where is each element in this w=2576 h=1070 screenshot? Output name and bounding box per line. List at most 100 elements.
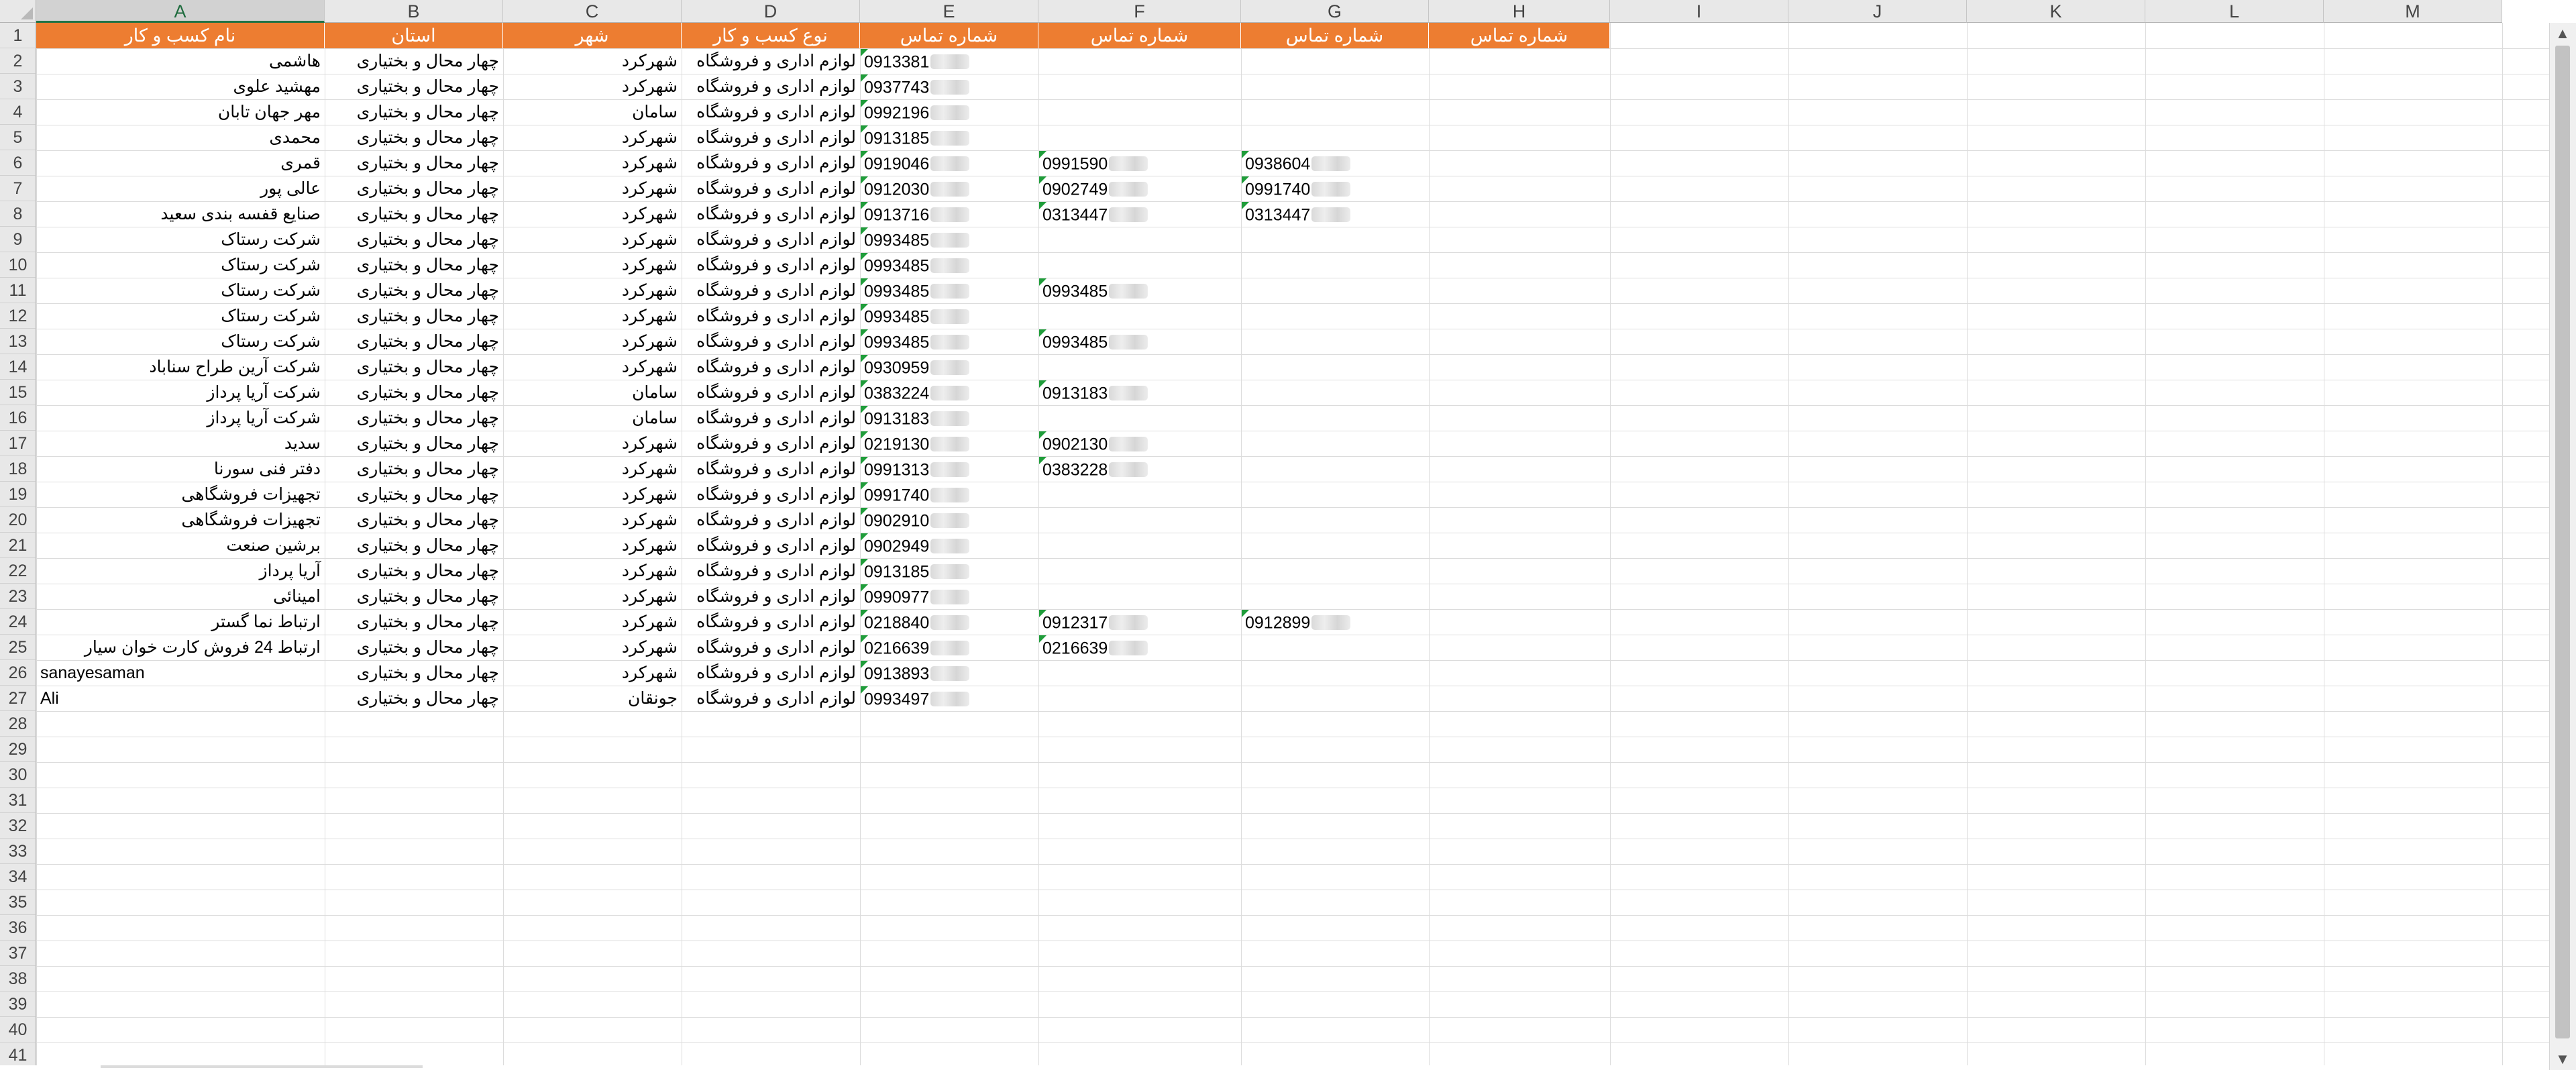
cell-phone-number[interactable]: 0990977 xyxy=(860,584,1038,609)
header-cell-d[interactable]: نوع کسب و کار xyxy=(682,23,860,48)
cell-phone-number[interactable]: 0937743 xyxy=(860,74,1038,99)
cell-business-name[interactable]: شرکت آریا پرداز xyxy=(36,405,325,431)
cell-business-type[interactable]: لوازم اداری و فروشگاه xyxy=(682,125,860,150)
cell-province[interactable]: چهار محال و بختیاری xyxy=(325,303,503,329)
row-header-22[interactable]: 22 xyxy=(0,558,36,584)
row-header-12[interactable]: 12 xyxy=(0,303,36,329)
row-header-21[interactable]: 21 xyxy=(0,533,36,558)
cell-phone-number[interactable]: 0993497 xyxy=(860,686,1038,711)
cell-business-type[interactable]: لوازم اداری و فروشگاه xyxy=(682,533,860,558)
column-header-l[interactable]: L xyxy=(2145,0,2324,23)
cell-phone-number[interactable]: 0902130 xyxy=(1038,431,1241,456)
cell-phone-number[interactable]: 0993485 xyxy=(1038,329,1241,354)
cell-city[interactable]: شهرکرد xyxy=(503,125,682,150)
cell-business-type[interactable]: لوازم اداری و فروشگاه xyxy=(682,201,860,227)
scroll-down-arrow-icon[interactable]: ▼ xyxy=(2550,1049,2575,1070)
number-stored-as-text-indicator[interactable] xyxy=(861,278,868,286)
header-cell-b[interactable]: استان xyxy=(325,23,503,48)
cell-province[interactable]: چهار محال و بختیاری xyxy=(325,558,503,584)
cell-city[interactable]: جونقان xyxy=(503,686,682,711)
cell-business-type[interactable]: لوازم اداری و فروشگاه xyxy=(682,48,860,74)
cell-business-type[interactable]: لوازم اداری و فروشگاه xyxy=(682,74,860,99)
number-stored-as-text-indicator[interactable] xyxy=(861,533,868,541)
cell-business-name[interactable]: شرکت رستاک xyxy=(36,252,325,278)
number-stored-as-text-indicator[interactable] xyxy=(1039,329,1046,337)
cell-province[interactable]: چهار محال و بختیاری xyxy=(325,380,503,405)
number-stored-as-text-indicator[interactable] xyxy=(1242,610,1249,617)
cell-business-type[interactable]: لوازم اداری و فروشگاه xyxy=(682,329,860,354)
cell-phone-number[interactable]: 0938604 xyxy=(1241,150,1429,176)
cell-province[interactable]: چهار محال و بختیاری xyxy=(325,48,503,74)
number-stored-as-text-indicator[interactable] xyxy=(861,176,868,184)
column-header-b[interactable]: B xyxy=(325,0,503,23)
cell-business-type[interactable]: لوازم اداری و فروشگاه xyxy=(682,227,860,252)
cell-business-name[interactable]: Ali xyxy=(36,686,325,711)
scroll-up-arrow-icon[interactable]: ▲ xyxy=(2550,23,2575,44)
cell-province[interactable]: چهار محال و بختیاری xyxy=(325,609,503,635)
row-header-13[interactable]: 13 xyxy=(0,329,36,354)
cell-phone-number[interactable]: 0902910 xyxy=(860,507,1038,533)
number-stored-as-text-indicator[interactable] xyxy=(1039,176,1046,184)
row-header-1[interactable]: 1 xyxy=(0,23,36,48)
row-header-20[interactable]: 20 xyxy=(0,507,36,533)
cell-business-name[interactable]: sanayesaman xyxy=(36,660,325,686)
column-header-m[interactable]: M xyxy=(2324,0,2502,23)
cell-phone-number[interactable]: 0993485 xyxy=(860,252,1038,278)
cell-phone-number[interactable]: 0991590 xyxy=(1038,150,1241,176)
cell-business-name[interactable]: ارتباط 24 فروش کارت خوان سیار xyxy=(36,635,325,660)
number-stored-as-text-indicator[interactable] xyxy=(861,406,868,413)
cell-business-type[interactable]: لوازم اداری و فروشگاه xyxy=(682,609,860,635)
cell-phone-number[interactable]: 0993485 xyxy=(860,303,1038,329)
number-stored-as-text-indicator[interactable] xyxy=(861,151,868,158)
cell-city[interactable]: شهرکرد xyxy=(503,635,682,660)
number-stored-as-text-indicator[interactable] xyxy=(1242,151,1249,158)
cell-province[interactable]: چهار محال و بختیاری xyxy=(325,482,503,507)
column-header-k[interactable]: K xyxy=(1967,0,2145,23)
cell-business-name[interactable]: مهشید علوی xyxy=(36,74,325,99)
cell-province[interactable]: چهار محال و بختیاری xyxy=(325,533,503,558)
number-stored-as-text-indicator[interactable] xyxy=(861,508,868,515)
cell-business-name[interactable]: مهر جهان تابان xyxy=(36,99,325,125)
row-header-40[interactable]: 40 xyxy=(0,1017,36,1042)
number-stored-as-text-indicator[interactable] xyxy=(861,304,868,311)
cell-business-name[interactable]: شرکت رستاک xyxy=(36,278,325,303)
row-header-19[interactable]: 19 xyxy=(0,482,36,507)
cell-phone-number[interactable]: 0919046 xyxy=(860,150,1038,176)
cell-business-name[interactable]: محمدی xyxy=(36,125,325,150)
cell-city[interactable]: شهرکرد xyxy=(503,507,682,533)
number-stored-as-text-indicator[interactable] xyxy=(1039,202,1046,209)
cell-business-type[interactable]: لوازم اداری و فروشگاه xyxy=(682,405,860,431)
cell-city[interactable]: شهرکرد xyxy=(503,456,682,482)
cell-city[interactable]: شهرکرد xyxy=(503,533,682,558)
cell-province[interactable]: چهار محال و بختیاری xyxy=(325,456,503,482)
number-stored-as-text-indicator[interactable] xyxy=(861,380,868,388)
cell-phone-number[interactable]: 0913183 xyxy=(1038,380,1241,405)
cell-business-name[interactable]: صنایع قفسه بندی سعید xyxy=(36,201,325,227)
number-stored-as-text-indicator[interactable] xyxy=(1039,610,1046,617)
number-stored-as-text-indicator[interactable] xyxy=(861,457,868,464)
cell-business-name[interactable]: شرکت رستاک xyxy=(36,329,325,354)
cell-city[interactable]: شهرکرد xyxy=(503,609,682,635)
row-header-3[interactable]: 3 xyxy=(0,74,36,99)
cell-phone-number[interactable]: 0993485 xyxy=(860,329,1038,354)
header-cell-c[interactable]: شهر xyxy=(503,23,682,48)
scrollbar-thumb[interactable] xyxy=(2555,46,2570,1038)
cell-city[interactable]: شهرکرد xyxy=(503,558,682,584)
cell-business-name[interactable]: سدید xyxy=(36,431,325,456)
number-stored-as-text-indicator[interactable] xyxy=(861,227,868,235)
number-stored-as-text-indicator[interactable] xyxy=(1039,151,1046,158)
cell-phone-number[interactable]: 0913893 xyxy=(860,660,1038,686)
row-header-29[interactable]: 29 xyxy=(0,737,36,762)
row-header-39[interactable]: 39 xyxy=(0,992,36,1017)
number-stored-as-text-indicator[interactable] xyxy=(861,431,868,439)
row-header-7[interactable]: 7 xyxy=(0,176,36,201)
cell-phone-number[interactable]: 0218840 xyxy=(860,609,1038,635)
row-header-36[interactable]: 36 xyxy=(0,915,36,941)
cell-province[interactable]: چهار محال و بختیاری xyxy=(325,635,503,660)
cell-phone-number[interactable]: 0219130 xyxy=(860,431,1038,456)
number-stored-as-text-indicator[interactable] xyxy=(861,661,868,668)
cell-business-type[interactable]: لوازم اداری و فروشگاه xyxy=(682,99,860,125)
row-header-25[interactable]: 25 xyxy=(0,635,36,660)
cell-business-type[interactable]: لوازم اداری و فروشگاه xyxy=(682,660,860,686)
row-header-27[interactable]: 27 xyxy=(0,686,36,711)
